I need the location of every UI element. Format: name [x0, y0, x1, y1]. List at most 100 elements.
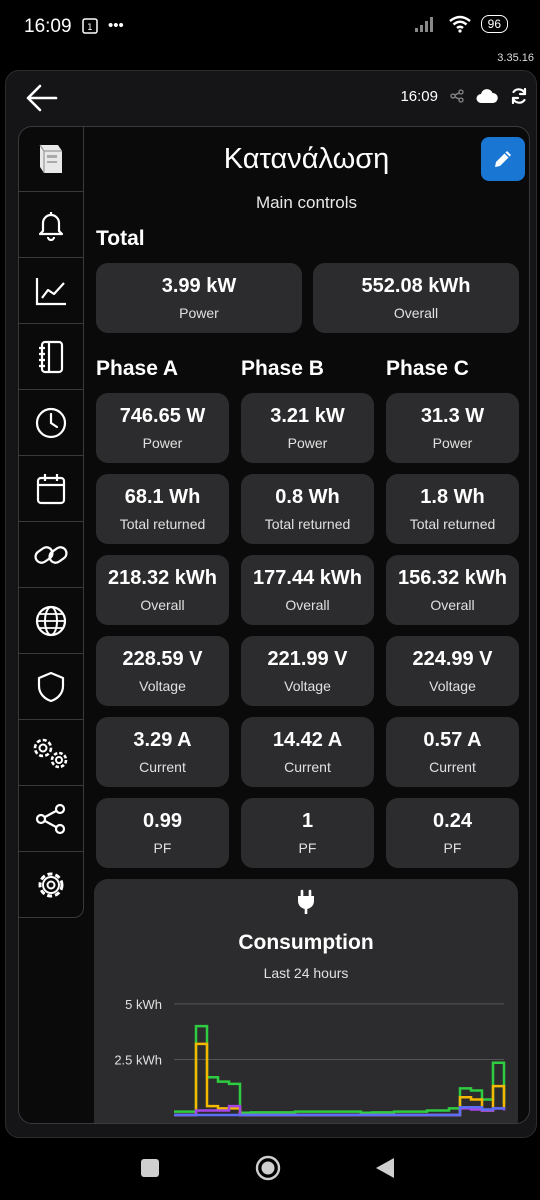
- phase-a-pf-card: 0.99 PF: [96, 798, 229, 868]
- phase-a-returned-label: Total returned: [119, 516, 206, 532]
- phase-c-overall-value: 156.32 kWh: [398, 567, 507, 589]
- calendar-icon: [36, 474, 66, 505]
- notification-icon: 1: [82, 17, 98, 34]
- phase-b-pf-value: 1: [301, 810, 314, 832]
- phase-c-returned-card: 1.8 Wh Total returned: [386, 474, 519, 544]
- phase-b-pf-label: PF: [298, 840, 317, 856]
- sidebar-item-notifications[interactable]: [19, 193, 83, 258]
- phase-c-current-card: 0.57 A Current: [386, 717, 519, 787]
- shield-icon: [37, 671, 65, 703]
- phase-b-returned-label: Total returned: [264, 516, 351, 532]
- share-small-icon[interactable]: [450, 89, 464, 103]
- phase-b-returned-value: 0.8 Wh: [275, 486, 340, 508]
- sidebar-item-sharing[interactable]: [19, 787, 83, 852]
- sidebar: [19, 127, 84, 918]
- back-button[interactable]: [374, 1156, 396, 1180]
- phase-b-power-value: 3.21 kW: [270, 405, 345, 427]
- phase-c-power-value: 31.3 W: [420, 405, 485, 427]
- phase-b-voltage-label: Voltage: [284, 678, 331, 694]
- topbar-time: 16:09: [400, 87, 438, 105]
- sidebar-item-advanced[interactable]: [19, 721, 83, 786]
- phase-b-overall-label: Overall: [285, 597, 330, 613]
- phase-b-voltage-value: 221.99 V: [267, 648, 348, 670]
- phase-b-overall-value: 177.44 kWh: [253, 567, 362, 589]
- phase-b-returned-card: 0.8 Wh Total returned: [241, 474, 374, 544]
- phase-a-voltage-label: Voltage: [139, 678, 186, 694]
- sidebar-item-calendar[interactable]: [19, 457, 83, 522]
- phase-c-current-label: Current: [429, 759, 476, 775]
- navigation-bar: [0, 1140, 540, 1200]
- phase-c-pf-label: PF: [443, 840, 462, 856]
- phase-a-current-value: 3.29 A: [133, 729, 192, 751]
- recents-button[interactable]: [140, 1158, 160, 1178]
- gear-icon: [38, 872, 64, 898]
- share-icon: [35, 803, 66, 835]
- sidebar-item-settings[interactable]: [19, 853, 83, 917]
- home-button[interactable]: [255, 1155, 281, 1181]
- phase-b-current-card: 14.42 A Current: [241, 717, 374, 787]
- phase-b-voltage-card: 221.99 V Voltage: [241, 636, 374, 706]
- consumption-title: Consumption: [238, 931, 374, 954]
- phase-c-pf-card: 0.24 PF: [386, 798, 519, 868]
- sidebar-item-links[interactable]: [19, 523, 83, 588]
- consumption-chart: 5 kWh 2.5 kWh: [114, 997, 506, 1117]
- phase-c-overall-label: Overall: [430, 597, 475, 613]
- total-power-value: 3.99 kW: [161, 275, 237, 297]
- phase-c-voltage-card: 224.99 V Voltage: [386, 636, 519, 706]
- phase-a-overall-label: Overall: [140, 597, 185, 613]
- y-tick-label-1: 2.5 kWh: [114, 1052, 162, 1067]
- phase-a-pf-label: PF: [153, 840, 172, 856]
- battery-indicator: 96: [480, 15, 508, 33]
- page-title: Κατανάλωση: [223, 143, 390, 175]
- sidebar-item-network[interactable]: [19, 589, 83, 654]
- phase-c-returned-label: Total returned: [409, 516, 496, 532]
- edit-button[interactable]: [481, 137, 525, 181]
- phase-b-power-card: 3.21 kW Power: [241, 393, 374, 463]
- bell-icon: [38, 212, 64, 241]
- phase-c-overall-card: 156.32 kWh Overall: [386, 555, 519, 625]
- phase-c-power-card: 31.3 W Power: [386, 393, 519, 463]
- sidebar-item-schedule[interactable]: [19, 391, 83, 456]
- notebook-icon: [39, 340, 64, 374]
- refresh-icon[interactable]: [510, 87, 528, 105]
- phase-a-returned-card: 68.1 Wh Total returned: [96, 474, 229, 544]
- app-window: 16:09 Κατανάλωση Main controls Total 3.9…: [5, 70, 537, 1138]
- status-time: 16:09: [24, 16, 72, 37]
- phase-c-voltage-label: Voltage: [429, 678, 476, 694]
- wifi-icon: [448, 15, 471, 33]
- total-overall-value: 552.08 kWh: [361, 275, 471, 297]
- phase-a-overall-card: 218.32 kWh Overall: [96, 555, 229, 625]
- plug-icon: [298, 889, 314, 914]
- status-bar: 16:09 1 ••• 96: [0, 0, 540, 52]
- phase-b-overall-card: 177.44 kWh Overall: [241, 555, 374, 625]
- sidebar-item-charts[interactable]: [19, 259, 83, 324]
- phase-b-pf-card: 1 PF: [241, 798, 374, 868]
- main-content: Κατανάλωση Main controls Total 3.99 kW P…: [84, 127, 529, 1123]
- sidebar-item-device[interactable]: [19, 127, 83, 192]
- phase-a-power-value: 746.65 W: [119, 405, 206, 427]
- phase-a-heading: Phase A: [96, 357, 179, 380]
- total-power-label: Power: [179, 305, 219, 321]
- phase-a-overall-value: 218.32 kWh: [108, 567, 217, 589]
- more-dots-icon: •••: [108, 17, 124, 34]
- phase-a-power-card: 746.65 W Power: [96, 393, 229, 463]
- pencil-icon: [495, 151, 511, 167]
- device-panel: Κατανάλωση Main controls Total 3.99 kW P…: [18, 126, 530, 1124]
- back-arrow-icon[interactable]: [24, 83, 60, 113]
- phase-c-returned-value: 1.8 Wh: [420, 486, 485, 508]
- clock-icon: [35, 407, 67, 439]
- globe-icon: [35, 605, 67, 637]
- cloud-icon[interactable]: [476, 88, 498, 104]
- svg-text:1: 1: [87, 23, 93, 33]
- page-subtitle: Main controls: [255, 193, 358, 212]
- sidebar-item-security[interactable]: [19, 655, 83, 720]
- gears-icon: [33, 738, 68, 769]
- phase-a-voltage-card: 228.59 V Voltage: [96, 636, 229, 706]
- signal-icon: [414, 17, 433, 32]
- phase-a-voltage-value: 228.59 V: [122, 648, 203, 670]
- version-label: 3.35.16: [497, 52, 534, 64]
- chart-line-icon: [35, 278, 66, 306]
- total-overall-label: Overall: [393, 305, 439, 321]
- series-line-1: [174, 1042, 506, 1117]
- sidebar-item-log[interactable]: [19, 325, 83, 390]
